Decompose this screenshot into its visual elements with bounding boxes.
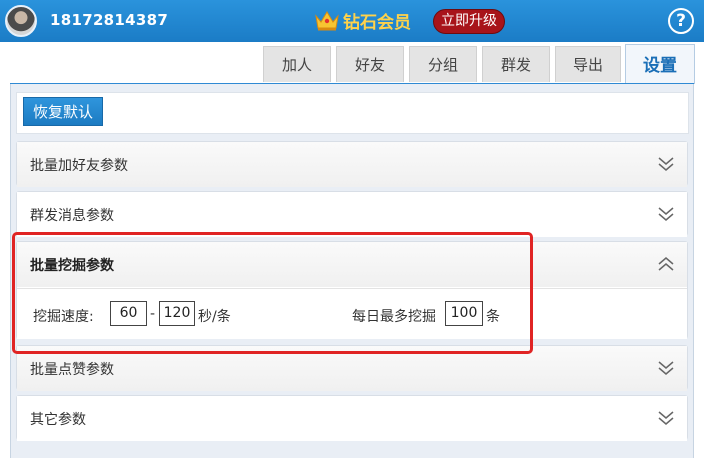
- tab-strip: 加人 好友 分组 群发 导出 设置: [0, 42, 704, 84]
- restore-defaults-button[interactable]: 恢复默认: [23, 97, 103, 126]
- section-title: 批量加好友参数: [30, 158, 128, 174]
- tab-add-people[interactable]: 加人: [263, 46, 331, 82]
- chevron-up-icon[interactable]: [657, 255, 675, 273]
- toolbar: [16, 92, 689, 134]
- chevron-down-icon[interactable]: [657, 155, 675, 173]
- upgrade-button[interactable]: 立即升级: [433, 9, 505, 34]
- tab-settings[interactable]: 设置: [625, 44, 695, 84]
- tab-friends[interactable]: 好友: [336, 46, 404, 82]
- chevron-down-icon[interactable]: [657, 409, 675, 427]
- chevron-down-icon[interactable]: [657, 359, 675, 377]
- crown-icon: [315, 11, 339, 31]
- title-bar: 18172814387 钻石会员 立即升级 ?: [0, 0, 704, 42]
- vip-label: 钻石会员: [343, 13, 411, 33]
- section-title: 其它参数: [30, 412, 86, 428]
- help-icon[interactable]: ?: [668, 8, 694, 34]
- section-title: 批量点赞参数: [30, 362, 114, 378]
- section-other[interactable]: 其它参数: [16, 395, 688, 441]
- tab-export[interactable]: 导出: [555, 46, 621, 82]
- section-header[interactable]: 批量加好友参数: [17, 142, 687, 187]
- section-mass-message[interactable]: 群发消息参数: [16, 191, 688, 237]
- tab-groups[interactable]: 分组: [409, 46, 477, 82]
- chevron-down-icon[interactable]: [657, 205, 675, 223]
- section-title: 群发消息参数: [30, 208, 114, 224]
- tab-mass-send[interactable]: 群发: [482, 46, 550, 82]
- section-header[interactable]: 其它参数: [17, 396, 687, 441]
- section-header[interactable]: 群发消息参数: [17, 192, 687, 237]
- account-phone: 18172814387: [50, 11, 169, 29]
- section-batch-add-friends[interactable]: 批量加好友参数: [16, 141, 688, 187]
- avatar[interactable]: [5, 5, 37, 37]
- highlight-box: [12, 232, 533, 354]
